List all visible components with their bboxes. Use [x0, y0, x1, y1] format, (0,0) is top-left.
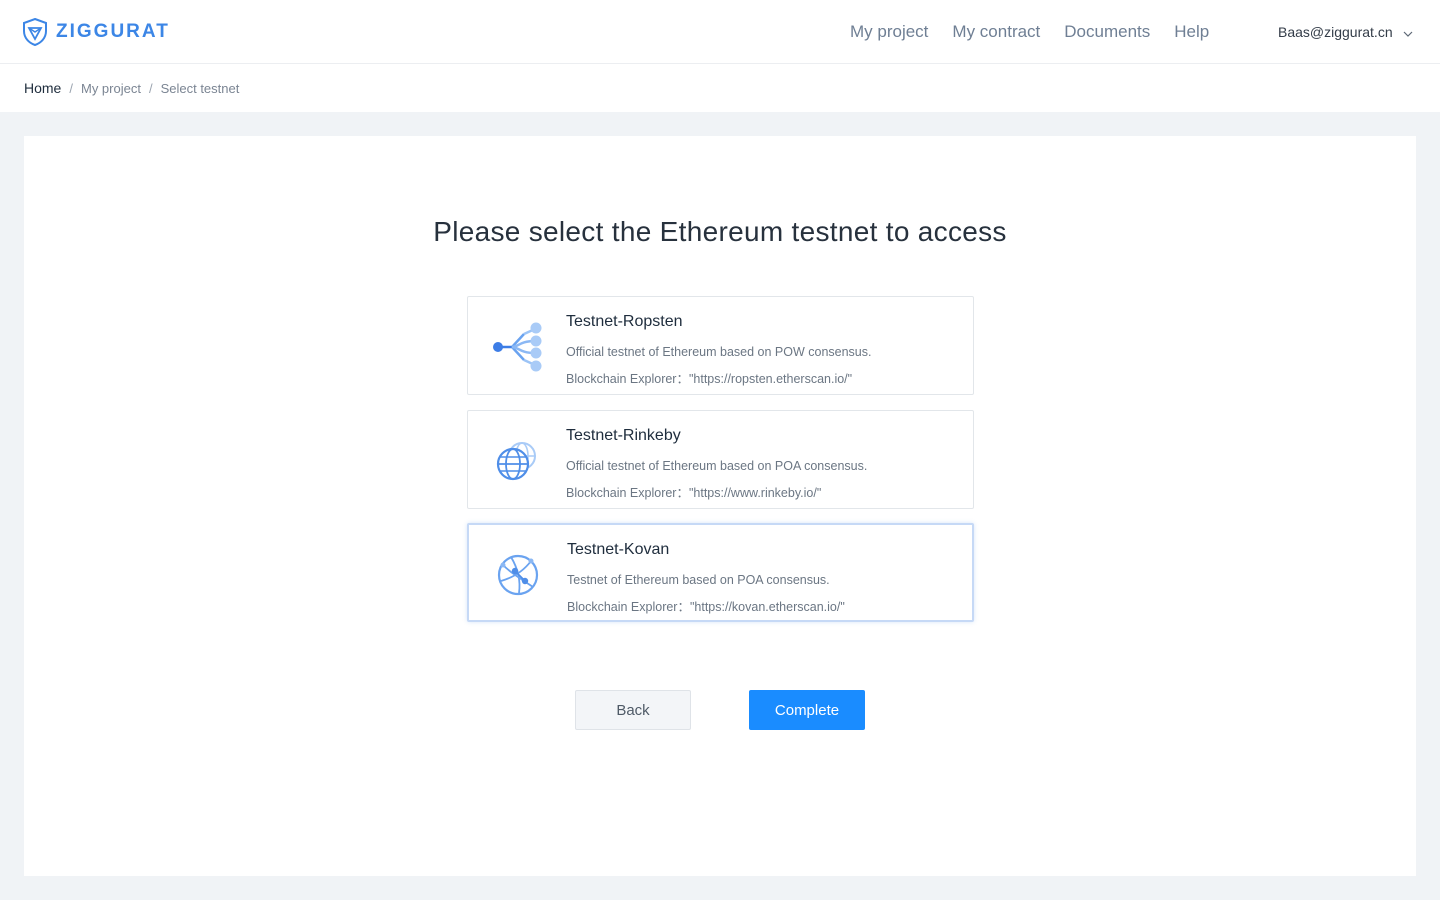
nav-my-contract[interactable]: My contract [952, 22, 1040, 42]
option-description: Official testnet of Ethereum based on PO… [566, 459, 868, 473]
globe-icon [490, 431, 548, 489]
shield-logo-icon [23, 18, 47, 46]
option-explorer: Blockchain Explorer："https://www.rinkeby… [566, 486, 822, 500]
option-explorer: Blockchain Explorer："https://kovan.ether… [567, 600, 845, 614]
breadcrumb-separator: / [148, 80, 153, 96]
logo-text: ZIGGURAT [56, 21, 170, 42]
main-nav: My project My contract Documents Help [850, 0, 1233, 64]
nav-my-project[interactable]: My project [850, 22, 928, 42]
option-description: Official testnet of Ethereum based on PO… [566, 345, 872, 359]
page-title: Please select the Ethereum testnet to ac… [433, 216, 1007, 247]
testnet-option-kovan[interactable]: Testnet-Kovan Testnet of Ethereum based … [467, 523, 974, 622]
top-header: ZIGGURAT My project My contract Document… [0, 0, 1440, 64]
logo[interactable]: ZIGGURAT [22, 18, 170, 46]
user-menu[interactable]: Baas@ziggurat.cn [1278, 0, 1413, 64]
option-title: Testnet-Ropsten [566, 313, 683, 330]
breadcrumb: Home / My project / Select testnet [24, 64, 239, 112]
option-explorer: Blockchain Explorer："https://ropsten.eth… [566, 372, 853, 386]
nav-help[interactable]: Help [1174, 22, 1209, 42]
breadcrumb-current: Select testnet [160, 80, 240, 96]
breadcrumb-bar: Home / My project / Select testnet [0, 64, 1440, 112]
breadcrumb-my-project[interactable]: My project [81, 81, 141, 96]
chevron-down-icon [1403, 24, 1413, 40]
user-email: Baas@ziggurat.cn [1278, 24, 1393, 40]
testnet-option-ropsten[interactable]: Testnet-Ropsten Official testnet of Ethe… [467, 296, 974, 395]
globe-network-icon [491, 545, 549, 603]
breadcrumb-home[interactable]: Home [24, 80, 61, 96]
main-card: Please select the Ethereum testnet to ac… [24, 136, 1416, 876]
nav-documents[interactable]: Documents [1064, 22, 1150, 42]
back-button[interactable]: Back [575, 690, 691, 730]
option-description: Testnet of Ethereum based on POA consens… [567, 573, 830, 587]
option-title: Testnet-Kovan [567, 541, 670, 558]
breadcrumb-separator: / [69, 80, 73, 96]
complete-button[interactable]: Complete [749, 690, 865, 730]
network-branch-icon [490, 317, 548, 375]
option-title: Testnet-Rinkeby [566, 427, 681, 444]
testnet-option-rinkeby[interactable]: Testnet-Rinkeby Official testnet of Ethe… [467, 410, 974, 509]
